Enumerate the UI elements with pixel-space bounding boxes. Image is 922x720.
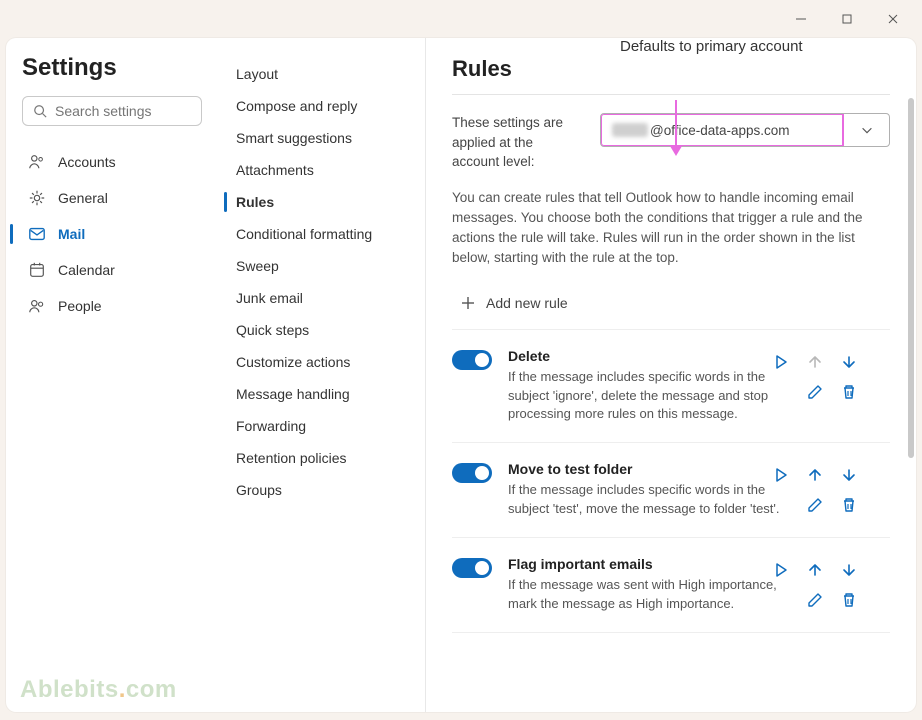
rule-name: Move to test folder <box>508 461 790 477</box>
calendar-icon <box>28 261 46 279</box>
search-settings[interactable] <box>22 96 202 126</box>
account-scope-label: These settings are applied at the accoun… <box>452 113 582 172</box>
rule-actions <box>766 556 864 614</box>
delete-rule-button[interactable] <box>834 586 864 614</box>
category-people[interactable]: People <box>22 288 206 324</box>
mail-section-item[interactable]: Quick steps <box>224 314 417 346</box>
mail-section-item[interactable]: Rules <box>224 186 417 218</box>
mail-section-item[interactable]: Attachments <box>224 154 417 186</box>
settings-sidebar: Settings Accounts General Mail <box>6 38 216 712</box>
rule-toggle[interactable] <box>452 350 492 370</box>
app-frame: Defaults to primary account Settings Acc… <box>6 38 916 712</box>
category-mail[interactable]: Mail <box>22 216 206 252</box>
mail-section-item[interactable]: Junk email <box>224 282 417 314</box>
add-rule-label: Add new rule <box>486 295 568 311</box>
run-rule-button[interactable] <box>766 348 796 376</box>
rule-actions <box>766 348 864 406</box>
rule-actions <box>766 461 864 519</box>
rule-toggle[interactable] <box>452 558 492 578</box>
category-accounts[interactable]: Accounts <box>22 144 206 180</box>
delete-rule-button[interactable] <box>834 378 864 406</box>
account-selector[interactable]: @office-data-apps.com <box>600 113 890 147</box>
move-down-button[interactable] <box>834 556 864 584</box>
redacted-prefix <box>612 123 648 137</box>
run-rule-button[interactable] <box>766 461 796 489</box>
panel-title: Rules <box>452 56 890 95</box>
window-minimize-button[interactable] <box>778 3 824 35</box>
delete-rule-button[interactable] <box>834 491 864 519</box>
move-down-button[interactable] <box>834 461 864 489</box>
rule-description: If the message includes specific words i… <box>508 368 790 425</box>
mail-section-item[interactable]: Smart suggestions <box>224 122 417 154</box>
mail-section-item[interactable]: Customize actions <box>224 346 417 378</box>
category-label: Mail <box>58 226 85 242</box>
mail-icon <box>28 225 46 243</box>
rule-row: Move to test folder If the message includ… <box>452 443 890 538</box>
move-up-button[interactable] <box>800 461 830 489</box>
mail-section-item[interactable]: Conditional formatting <box>224 218 417 250</box>
mail-section-item[interactable]: Sweep <box>224 250 417 282</box>
move-up-button <box>800 348 830 376</box>
move-up-button[interactable] <box>800 556 830 584</box>
category-label: People <box>58 298 102 314</box>
edit-rule-button[interactable] <box>800 491 830 519</box>
search-input[interactable] <box>55 103 191 119</box>
rule-description: If the message includes specific words i… <box>508 481 790 519</box>
person-icon <box>28 153 46 171</box>
rule-row: Delete If the message includes specific w… <box>452 330 890 444</box>
annotation-arrow <box>666 98 686 158</box>
window-close-button[interactable] <box>870 3 916 35</box>
edit-rule-button[interactable] <box>800 586 830 614</box>
window-maximize-button[interactable] <box>824 3 870 35</box>
mail-section-item[interactable]: Forwarding <box>224 410 417 442</box>
add-rule-button[interactable]: Add new rule <box>452 285 890 330</box>
mail-section-item[interactable]: Compose and reply <box>224 90 417 122</box>
mail-section-item[interactable]: Layout <box>224 58 417 90</box>
mail-section-item[interactable]: Retention policies <box>224 442 417 474</box>
watermark: Ablebits.com <box>20 676 177 704</box>
search-icon <box>33 104 47 118</box>
category-general[interactable]: General <box>22 180 206 216</box>
mail-section-item[interactable]: Message handling <box>224 378 417 410</box>
rule-description: If the message was sent with High import… <box>508 576 790 614</box>
chevron-down-icon <box>843 114 889 146</box>
account-selected-value: @office-data-apps.com <box>600 113 844 147</box>
rule-name: Delete <box>508 348 790 364</box>
rule-row: Flag important emails If the message was … <box>452 538 890 633</box>
annotation-label: Defaults to primary account <box>620 38 803 55</box>
rules-description: You can create rules that tell Outlook h… <box>452 188 890 269</box>
category-label: General <box>58 190 108 206</box>
plus-icon <box>460 295 476 311</box>
edit-rule-button[interactable] <box>800 378 830 406</box>
people-icon <box>28 297 46 315</box>
gear-icon <box>28 189 46 207</box>
category-label: Accounts <box>58 154 116 170</box>
window-titlebar <box>0 0 922 38</box>
mail-section-item[interactable]: Groups <box>224 474 417 506</box>
rule-name: Flag important emails <box>508 556 790 572</box>
move-down-button[interactable] <box>834 348 864 376</box>
category-label: Calendar <box>58 262 115 278</box>
rule-toggle[interactable] <box>452 463 492 483</box>
mail-sections-list: LayoutCompose and replySmart suggestions… <box>216 38 426 712</box>
run-rule-button[interactable] <box>766 556 796 584</box>
category-calendar[interactable]: Calendar <box>22 252 206 288</box>
settings-title: Settings <box>22 54 206 82</box>
